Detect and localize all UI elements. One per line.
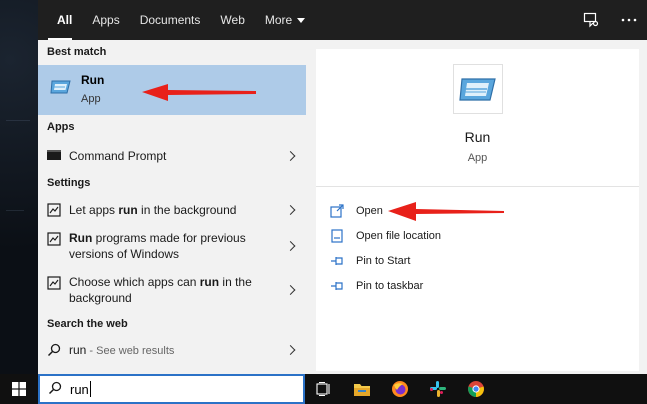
detail-app-type: App (467, 152, 488, 164)
chevron-down-icon (297, 17, 306, 23)
label-highlight: run (118, 203, 138, 217)
chrome-icon[interactable] (457, 374, 495, 404)
section-header-settings: Settings (47, 177, 91, 189)
search-icon (47, 343, 61, 357)
label-highlight: Run (69, 231, 93, 245)
list-item-command-prompt[interactable]: Command Prompt (38, 140, 306, 171)
settings-page-icon (47, 232, 61, 246)
list-item-setting[interactable]: Let apps run in the background (38, 196, 306, 224)
action-label: Pin to taskbar (356, 280, 424, 292)
list-item-label: Choose which apps can run in the backgro… (69, 274, 259, 306)
list-item-setting[interactable]: Choose which apps can run in the backgro… (38, 268, 306, 312)
list-item-label: Let apps run in the background (69, 202, 236, 218)
taskbar: run (0, 374, 647, 404)
windows-start-button[interactable] (0, 374, 38, 404)
best-match-title: Run (81, 73, 105, 87)
best-match-subtitle: App (81, 93, 101, 105)
tab-documents[interactable]: Documents (130, 0, 211, 40)
list-item-setting[interactable]: Run programs made for previous versions … (38, 224, 306, 268)
web-suffix: - See web results (86, 344, 175, 357)
more-options-icon[interactable] (619, 10, 639, 30)
action-label: Open (356, 205, 383, 217)
settings-page-icon (47, 203, 61, 217)
action-pin-to-taskbar[interactable]: Pin to taskbar (330, 277, 423, 295)
action-label: Open file location (356, 230, 441, 242)
label-part: Choose which apps can (69, 275, 200, 289)
action-label: Pin to Start (356, 255, 411, 267)
tab-more-label: More (264, 13, 293, 27)
chevron-right-icon[interactable] (285, 285, 296, 295)
web-query: run (69, 342, 87, 357)
settings-page-icon (47, 276, 61, 290)
list-item-label: Command Prompt (69, 148, 167, 163)
search-tab-bar: All Apps Documents Web More (38, 0, 647, 40)
tab-apps[interactable]: Apps (82, 0, 129, 40)
action-open[interactable]: Open (330, 202, 383, 220)
tab-more[interactable]: More (255, 0, 315, 40)
run-app-icon (453, 64, 503, 114)
label-part: in the background (137, 203, 237, 217)
section-header-apps: Apps (47, 121, 75, 133)
list-item-label: run - See web results (69, 342, 174, 359)
pin-icon (330, 254, 344, 268)
file-location-icon (330, 229, 344, 243)
search-query-text: run (70, 381, 89, 397)
chevron-right-icon[interactable] (285, 345, 296, 355)
tab-all[interactable]: All (38, 0, 82, 40)
open-icon (330, 204, 344, 218)
label-highlight: run (199, 275, 220, 289)
desktop-streak (6, 120, 30, 121)
run-app-icon (50, 77, 72, 97)
command-prompt-icon (47, 149, 61, 163)
section-header-web: Search the web (47, 318, 128, 330)
firefox-icon[interactable] (381, 374, 419, 404)
taskbar-search-input[interactable]: run (38, 374, 305, 404)
search-panel: All Apps Documents Web More Best match R… (38, 0, 647, 374)
label-part: Let apps (69, 203, 119, 217)
chevron-right-icon[interactable] (285, 150, 296, 161)
list-item-label: Run programs made for previous versions … (69, 230, 254, 262)
feedback-icon[interactable] (581, 10, 601, 30)
desktop-streak (6, 210, 24, 211)
text-cursor (89, 381, 91, 397)
detail-pane: Run App Open Open file location Pin to S… (316, 49, 639, 371)
windows-logo-icon (12, 382, 26, 396)
detail-app-name: Run (464, 129, 491, 145)
section-header-best-match: Best match (47, 46, 107, 58)
action-pin-to-start[interactable]: Pin to Start (330, 252, 410, 270)
chevron-right-icon[interactable] (285, 205, 296, 215)
tab-web[interactable]: Web (210, 0, 254, 40)
desktop-background (0, 0, 38, 374)
task-view-icon[interactable] (305, 374, 343, 404)
divider (316, 186, 639, 187)
label-part: programs made for previous versions of W… (69, 231, 246, 261)
action-open-file-location[interactable]: Open file location (330, 227, 441, 245)
list-item-web-search[interactable]: run - See web results (38, 336, 306, 364)
search-icon (48, 381, 62, 398)
slack-icon[interactable] (419, 374, 457, 404)
best-match-run[interactable]: Run App (38, 65, 306, 115)
pin-icon (330, 279, 344, 293)
file-explorer-icon[interactable] (343, 374, 381, 404)
chevron-right-icon[interactable] (285, 241, 296, 251)
search-results-list: Best match Run App Apps Command Prompt S… (38, 40, 306, 374)
